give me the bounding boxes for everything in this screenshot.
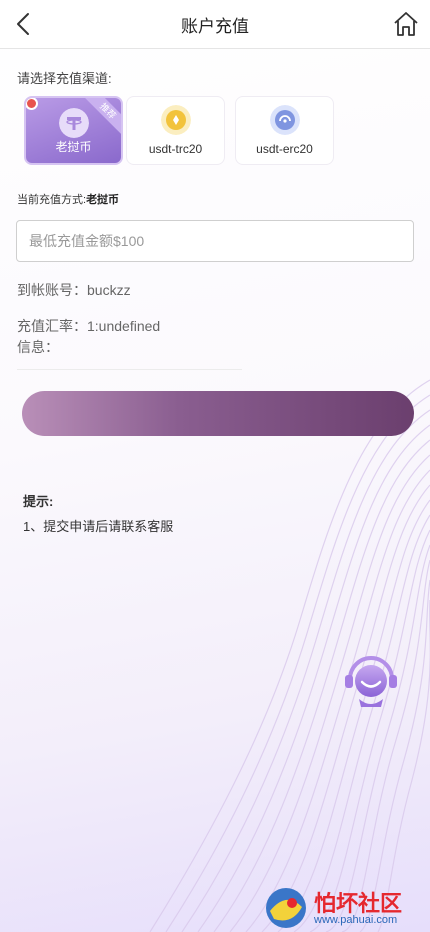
channel-option-lak[interactable]: 推荐 老挝币 (24, 96, 123, 165)
channel-label: 老挝币 (55, 140, 92, 154)
receiving-account: 到帐账号：buckzz (17, 282, 131, 298)
channel-label: usdt-trc20 (148, 142, 203, 156)
watermark-url: www.pahuai.com (314, 914, 398, 926)
channel-label: usdt-erc20 (256, 142, 313, 156)
amount-input[interactable] (16, 220, 414, 262)
submit-button[interactable] (22, 391, 414, 436)
trc20-coin-icon (160, 105, 191, 135)
channel-option-usdt-erc20[interactable]: usdt-erc20 (235, 96, 334, 165)
channel-section-label: 请选择充值渠道: (17, 71, 112, 86)
exchange-rate: 充值汇率：1:undefined (17, 318, 161, 334)
watermark-logo-icon (266, 888, 306, 928)
erc20-coin-icon (269, 105, 300, 135)
method-prefix: 当前充值方式: (17, 194, 87, 206)
channel-option-usdt-trc20[interactable]: usdt-trc20 (126, 96, 225, 165)
tips-title: 提示: (23, 494, 54, 509)
method-value: 老挝币 (86, 194, 120, 206)
watermark: 怕坏社区 www.pahuai.com (260, 884, 430, 932)
customer-service-icon[interactable] (342, 651, 400, 709)
home-icon[interactable] (392, 10, 420, 38)
tips-item: 1、提交申请后请联系客服 (23, 519, 174, 534)
page-title: 账户充值 (181, 16, 249, 36)
header-bar: 账户充值 (0, 0, 430, 49)
divider (17, 369, 242, 370)
back-arrow-icon[interactable] (10, 9, 38, 39)
current-method: 当前充值方式:老挝币 (17, 191, 119, 207)
tether-icon (58, 108, 89, 138)
info-text: 信息： (17, 339, 59, 355)
notification-dot (26, 98, 38, 110)
